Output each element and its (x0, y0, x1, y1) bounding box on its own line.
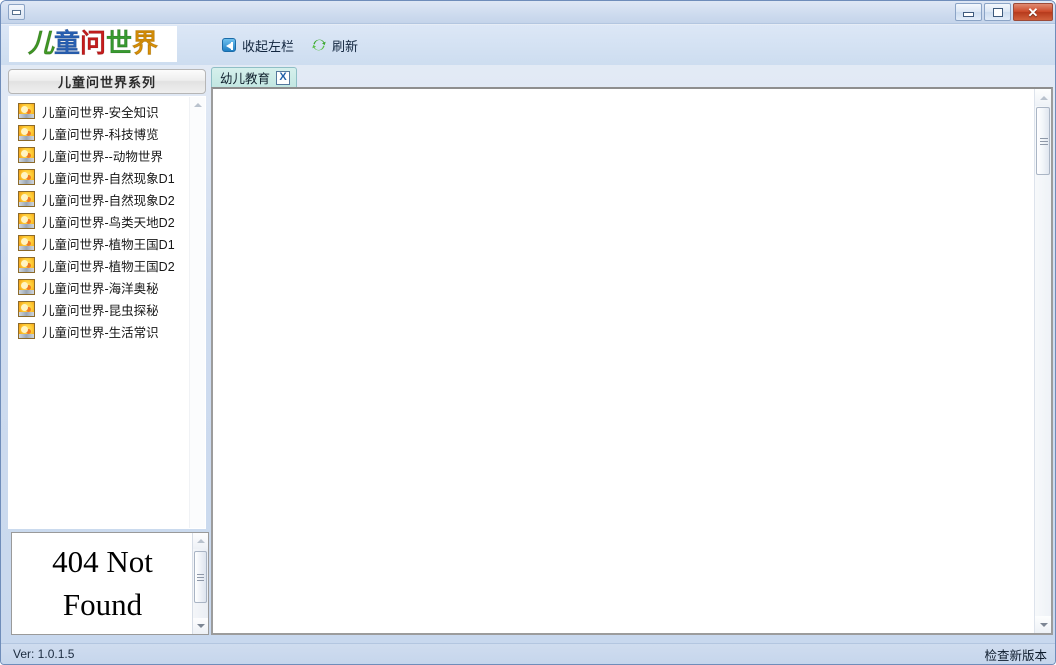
series-thumbnail-icon (18, 103, 35, 119)
series-thumbnail-icon (18, 147, 35, 163)
series-thumbnail-icon (18, 169, 35, 185)
minimize-button[interactable] (955, 3, 982, 21)
refresh-button[interactable]: 刷新 (312, 35, 358, 55)
chevron-down-icon (196, 624, 205, 628)
content-scrollbar[interactable] (1034, 89, 1051, 633)
sidebar-bottom-panel: 404 Not Found (11, 532, 209, 635)
sidebar-scroll-up-button[interactable] (190, 97, 205, 112)
list-item-label: 儿童问世界-生活常识 (42, 325, 159, 340)
logo-char-3: 世 (106, 29, 133, 59)
list-item-label: 儿童问世界-安全知识 (42, 105, 159, 120)
sidebar: 儿童问世界系列 儿童问世界-安全知识 儿童问世界-科技博览 儿童问世界--动物世… (8, 69, 206, 529)
bottom-panel-scrollbar[interactable] (192, 533, 208, 634)
list-item[interactable]: 儿童问世界-安全知识 (9, 100, 191, 122)
series-thumbnail-icon (18, 213, 35, 229)
sidebar-header: 儿童问世界系列 (8, 69, 206, 94)
list-item-label: 儿童问世界-植物王国D2 (42, 259, 175, 274)
content-panel (211, 87, 1053, 635)
title-bar: ✕ (1, 1, 1055, 24)
list-item[interactable]: 儿童问世界--动物世界 (9, 144, 191, 166)
minimize-icon (963, 12, 974, 17)
series-thumbnail-icon (18, 323, 35, 339)
tab-strip: 幼儿教育 X (211, 67, 1053, 87)
chevron-up-icon (194, 102, 202, 107)
series-thumbnail-icon (18, 301, 35, 317)
list-item[interactable]: 儿童问世界-科技博览 (9, 122, 191, 144)
sidebar-scrollbar[interactable] (189, 97, 205, 528)
window-restore-icon[interactable] (8, 4, 25, 20)
list-item-label: 儿童问世界-昆虫探秘 (42, 303, 159, 318)
chevron-up-icon (1039, 95, 1048, 100)
series-thumbnail-icon (18, 257, 35, 273)
content-scroll-up-button[interactable] (1035, 89, 1051, 106)
tab-preschool-education[interactable]: 幼儿教育 X (211, 67, 298, 87)
close-icon: ✕ (1027, 4, 1039, 20)
list-item-label: 儿童问世界-自然现象D1 (42, 171, 175, 186)
content-scroll-thumb[interactable] (1036, 107, 1050, 175)
version-label: Ver: 1.0.1.5 (13, 647, 75, 661)
series-thumbnail-icon (18, 235, 35, 251)
chevron-up-icon (196, 539, 205, 543)
bottom-panel-scroll-down-button[interactable] (193, 618, 208, 634)
collapse-left-panel-button[interactable]: 收起左栏 (222, 35, 294, 55)
list-item[interactable]: 儿童问世界-海洋奥秘 (9, 276, 191, 298)
tab-label: 幼儿教育 (220, 72, 271, 86)
bottom-panel-scroll-up-button[interactable] (193, 533, 208, 549)
logo-char-0: 儿 (27, 29, 55, 59)
bottom-panel-scroll-thumb[interactable] (194, 551, 207, 603)
logo-char-1: 童 (53, 29, 81, 59)
restore-icon (992, 7, 1003, 17)
chevron-down-icon (1039, 622, 1048, 627)
status-bar: Ver: 1.0.1.5 检查新版本 (1, 643, 1055, 664)
not-found-line-1: 404 Not (52, 544, 153, 579)
list-item-label: 儿童问世界-植物王国D1 (42, 237, 175, 252)
series-thumbnail-icon (18, 191, 35, 207)
content-area[interactable] (213, 89, 1034, 633)
window-controls: ✕ (955, 3, 1053, 21)
restore-button[interactable] (984, 3, 1011, 21)
list-item[interactable]: 儿童问世界-生活常识 (9, 320, 191, 342)
list-item[interactable]: 儿童问世界-鸟类天地D2 (9, 210, 191, 232)
not-found-line-2: Found (62, 586, 143, 622)
list-item-label: 儿童问世界--动物世界 (42, 149, 163, 164)
list-item[interactable]: 儿童问世界-自然现象D1 (9, 166, 191, 188)
sidebar-title: 儿童问世界系列 (57, 75, 156, 90)
series-thumbnail-icon (18, 125, 35, 141)
content-scroll-down-button[interactable] (1035, 616, 1051, 633)
tab-close-icon[interactable]: X (276, 70, 291, 85)
close-button[interactable]: ✕ (1013, 3, 1053, 21)
list-item[interactable]: 儿童问世界-昆虫探秘 (9, 298, 191, 320)
series-thumbnail-icon (18, 279, 35, 295)
list-item-label: 儿童问世界-自然现象D2 (42, 193, 175, 208)
header-toolbar: 儿 童 问 世 界 收起左栏 刷新 (1, 25, 1055, 65)
list-item-label: 儿童问世界-海洋奥秘 (42, 281, 159, 296)
check-new-version-link[interactable]: 检查新版本 (984, 645, 1047, 664)
not-found-message: 404 Not Found (12, 541, 193, 627)
list-item-label: 儿童问世界-科技博览 (42, 127, 159, 142)
list-item[interactable]: 儿童问世界-植物王国D1 (9, 232, 191, 254)
sidebar-list: 儿童问世界-安全知识 儿童问世界-科技博览 儿童问世界--动物世界 儿童问世界-… (9, 97, 191, 528)
logo-char-4: 界 (132, 29, 159, 59)
application-window: ✕ 儿 童 问 世 界 收起左栏 刷新 儿童问世界系列 儿童问世界-安全知识 儿… (0, 0, 1056, 665)
refresh-icon (312, 38, 326, 52)
list-item-label: 儿童问世界-鸟类天地D2 (42, 215, 175, 230)
sidebar-list-container: 儿童问世界-安全知识 儿童问世界-科技博览 儿童问世界--动物世界 儿童问世界-… (8, 96, 206, 529)
list-item[interactable]: 儿童问世界-自然现象D2 (9, 188, 191, 210)
logo-char-2: 问 (79, 29, 107, 59)
app-logo: 儿 童 问 世 界 (9, 26, 177, 62)
list-item[interactable]: 儿童问世界-植物王国D2 (9, 254, 191, 276)
refresh-label: 刷新 (332, 38, 359, 54)
collapse-left-panel-label: 收起左栏 (242, 38, 295, 54)
collapse-left-panel-icon (222, 38, 236, 52)
